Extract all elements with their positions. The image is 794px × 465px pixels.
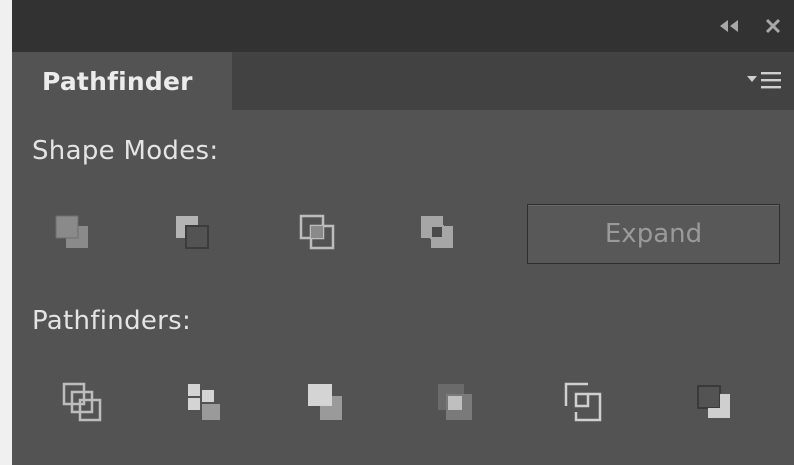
pathfinder-panel: Pathfinder Shape Modes: Expand Pathfinde… xyxy=(12,0,794,465)
minus-front-icon xyxy=(176,216,209,249)
outline-button[interactable] xyxy=(552,370,616,434)
crop-button[interactable] xyxy=(422,370,486,434)
trim-button[interactable] xyxy=(172,370,236,434)
close-icon xyxy=(765,18,781,34)
divide-icon xyxy=(62,382,102,422)
collapse-arrows-icon xyxy=(720,20,738,32)
unite-icon xyxy=(55,215,88,248)
pathfinders-label: Pathfinders: xyxy=(32,306,192,336)
merge-icon xyxy=(308,384,342,420)
trim-icon xyxy=(188,384,220,420)
tab-label: Pathfinder xyxy=(42,66,193,96)
expand-button[interactable]: Expand xyxy=(527,204,780,264)
shape-modes-label: Shape Modes: xyxy=(32,136,219,166)
panel-title-bar[interactable] xyxy=(12,0,794,52)
minus-front-button[interactable] xyxy=(162,202,226,266)
divide-button[interactable] xyxy=(50,370,114,434)
crop-icon xyxy=(438,384,472,420)
panel-tab-strip: Pathfinder xyxy=(12,52,794,110)
outline-icon xyxy=(564,382,602,422)
exclude-icon xyxy=(421,216,453,248)
minus-back-icon xyxy=(697,385,730,418)
collapse-panel-button[interactable] xyxy=(714,12,744,40)
tab-pathfinder[interactable]: Pathfinder xyxy=(12,52,232,110)
merge-button[interactable] xyxy=(294,370,358,434)
minus-back-button[interactable] xyxy=(682,370,746,434)
intersect-button[interactable] xyxy=(287,202,351,266)
close-panel-button[interactable] xyxy=(758,12,788,40)
panel-menu-icon xyxy=(747,72,781,89)
intersect-icon xyxy=(299,214,335,250)
unite-button[interactable] xyxy=(42,202,106,266)
exclude-button[interactable] xyxy=(407,202,471,266)
panel-menu-button[interactable] xyxy=(742,66,788,96)
